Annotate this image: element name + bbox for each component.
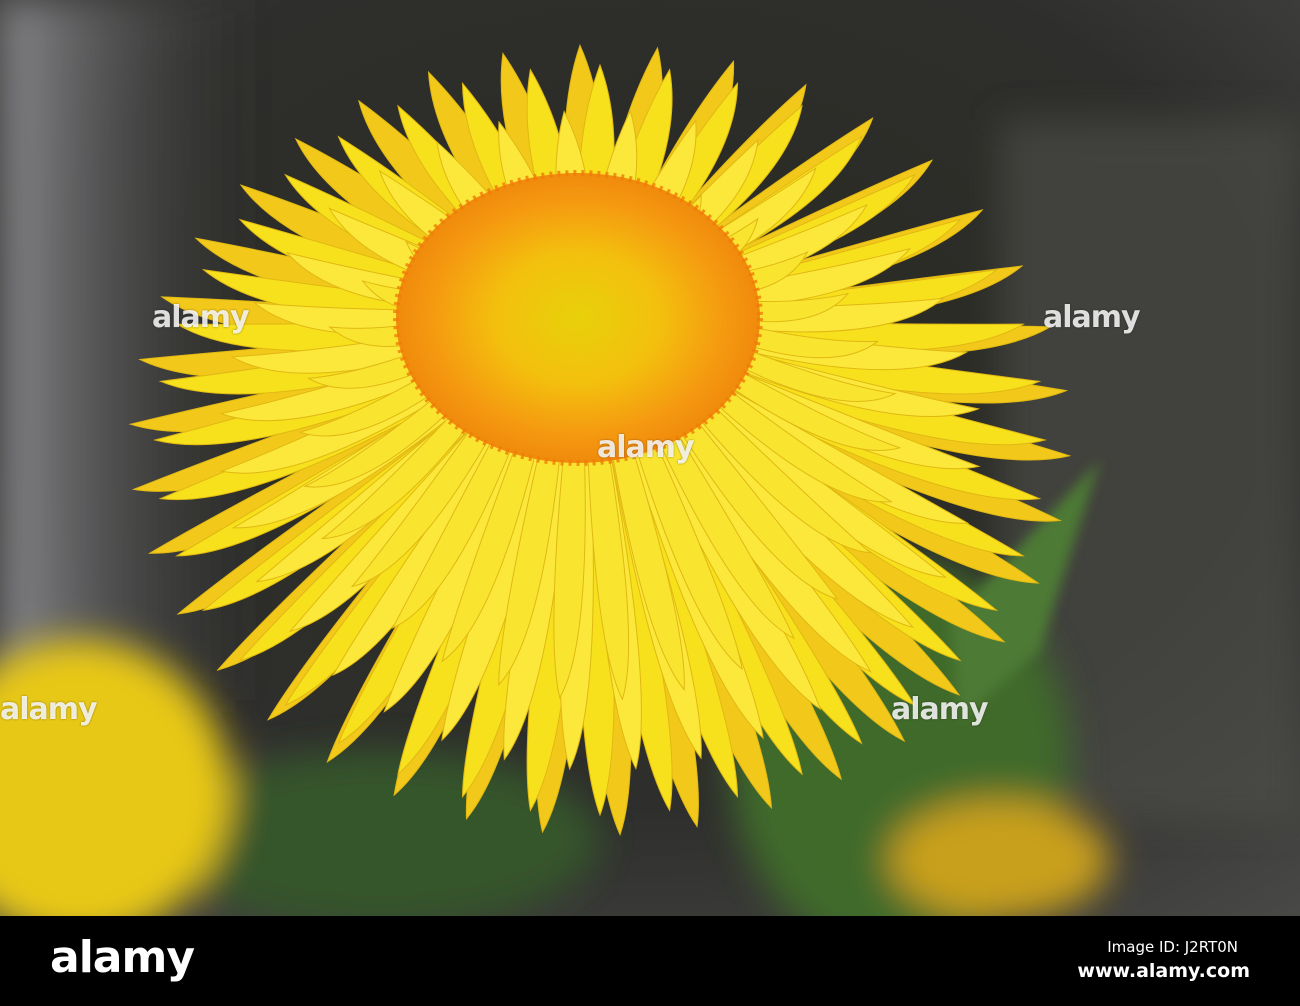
watermark: alamy — [152, 300, 250, 335]
watermark: alamy — [891, 692, 989, 727]
watermark: alamy — [597, 430, 695, 465]
image-id: Image ID: J2RT0N — [1107, 938, 1238, 956]
alamy-logo: alamy — [50, 932, 195, 983]
site-url: www.alamy.com — [1077, 960, 1250, 982]
watermark: alamy — [0, 692, 98, 727]
photo-frame: alamy alamy alamy alamy alamy alamy Imag… — [0, 0, 1300, 1006]
watermark: alamy — [1043, 300, 1141, 335]
